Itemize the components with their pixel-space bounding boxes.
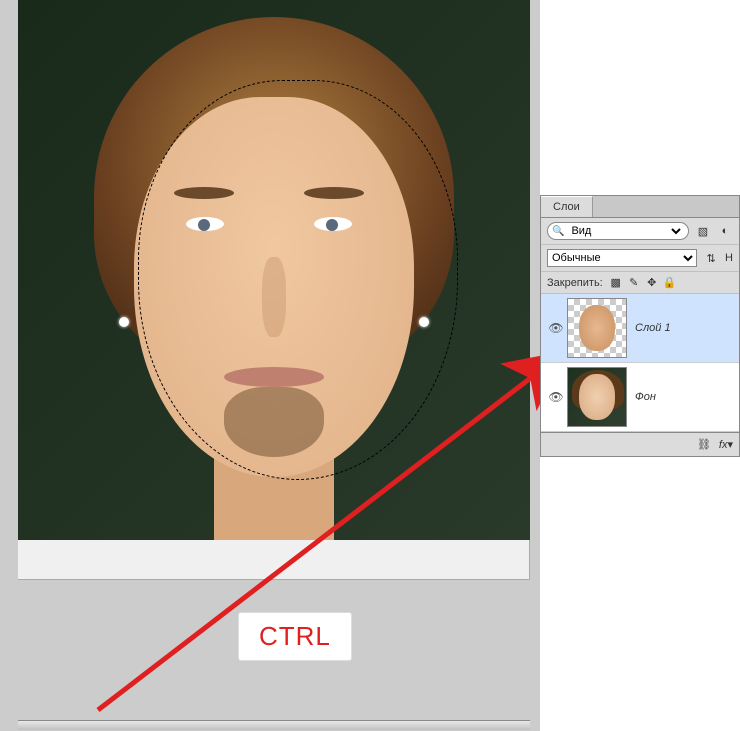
- visibility-toggle[interactable]: [545, 390, 567, 404]
- lock-brush-icon[interactable]: ✎: [627, 276, 641, 289]
- thumb-face: [579, 305, 615, 351]
- nose: [262, 257, 286, 337]
- layer-row[interactable]: Слой 1: [541, 294, 739, 363]
- panel-tabs: Слои: [541, 196, 739, 218]
- earring: [119, 317, 129, 327]
- beard: [224, 387, 324, 457]
- ctrl-annotation: CTRL: [238, 612, 352, 661]
- fx-icon[interactable]: fx▾: [719, 438, 733, 451]
- blend-row: Обычные ⇅ Н: [541, 245, 739, 272]
- filter-kind-select[interactable]: Вид: [567, 224, 684, 238]
- visibility-toggle[interactable]: [545, 321, 567, 335]
- eye: [186, 217, 224, 231]
- layer-thumbnail[interactable]: [567, 367, 627, 427]
- blend-mode-select[interactable]: Обычные: [547, 249, 697, 267]
- image-content: [18, 0, 530, 540]
- thumb-face: [579, 374, 615, 420]
- eye-icon: [548, 390, 563, 404]
- lock-row: Закрепить: ▩ ✎ ✥ 🔒: [541, 272, 739, 294]
- layer-name[interactable]: Слой 1: [635, 322, 671, 334]
- layer-row[interactable]: Фон: [541, 363, 739, 432]
- layer-filter-select[interactable]: 🔍 Вид: [547, 222, 689, 240]
- mouth: [224, 367, 324, 387]
- document-canvas[interactable]: [18, 0, 530, 580]
- search-icon: 🔍: [552, 226, 564, 237]
- layer-thumbnail[interactable]: [567, 298, 627, 358]
- layers-panel: Слои 🔍 Вид ▧ ◐ Обычные ⇅ Н Закрепить: ▩ …: [540, 195, 740, 457]
- panel-footer: ⛓ fx▾: [541, 432, 739, 456]
- opacity-label-cut: Н: [725, 252, 733, 264]
- layers-list: Слой 1 Фон: [541, 294, 739, 432]
- lock-icons: ▩ ✎ ✥ 🔒: [609, 276, 677, 289]
- link-layers-icon[interactable]: ⛓: [697, 438, 711, 451]
- eyebrow: [174, 187, 234, 199]
- lock-label: Закрепить:: [547, 277, 603, 289]
- eye: [314, 217, 352, 231]
- lock-transparent-icon[interactable]: ▩: [609, 276, 623, 289]
- blend-arrows-icon[interactable]: ⇅: [703, 250, 719, 266]
- filter-pixel-icon[interactable]: ▧: [695, 223, 711, 239]
- lock-move-icon[interactable]: ✥: [645, 276, 659, 289]
- tab-layers[interactable]: Слои: [541, 196, 593, 217]
- eye-icon: [548, 321, 563, 335]
- filter-row: 🔍 Вид ▧ ◐: [541, 218, 739, 245]
- earring: [419, 317, 429, 327]
- layer-name[interactable]: Фон: [635, 391, 656, 403]
- status-bar: [18, 720, 530, 730]
- lock-all-icon[interactable]: 🔒: [663, 276, 677, 289]
- eyebrow: [304, 187, 364, 199]
- filter-adjust-icon[interactable]: ◐: [717, 223, 733, 239]
